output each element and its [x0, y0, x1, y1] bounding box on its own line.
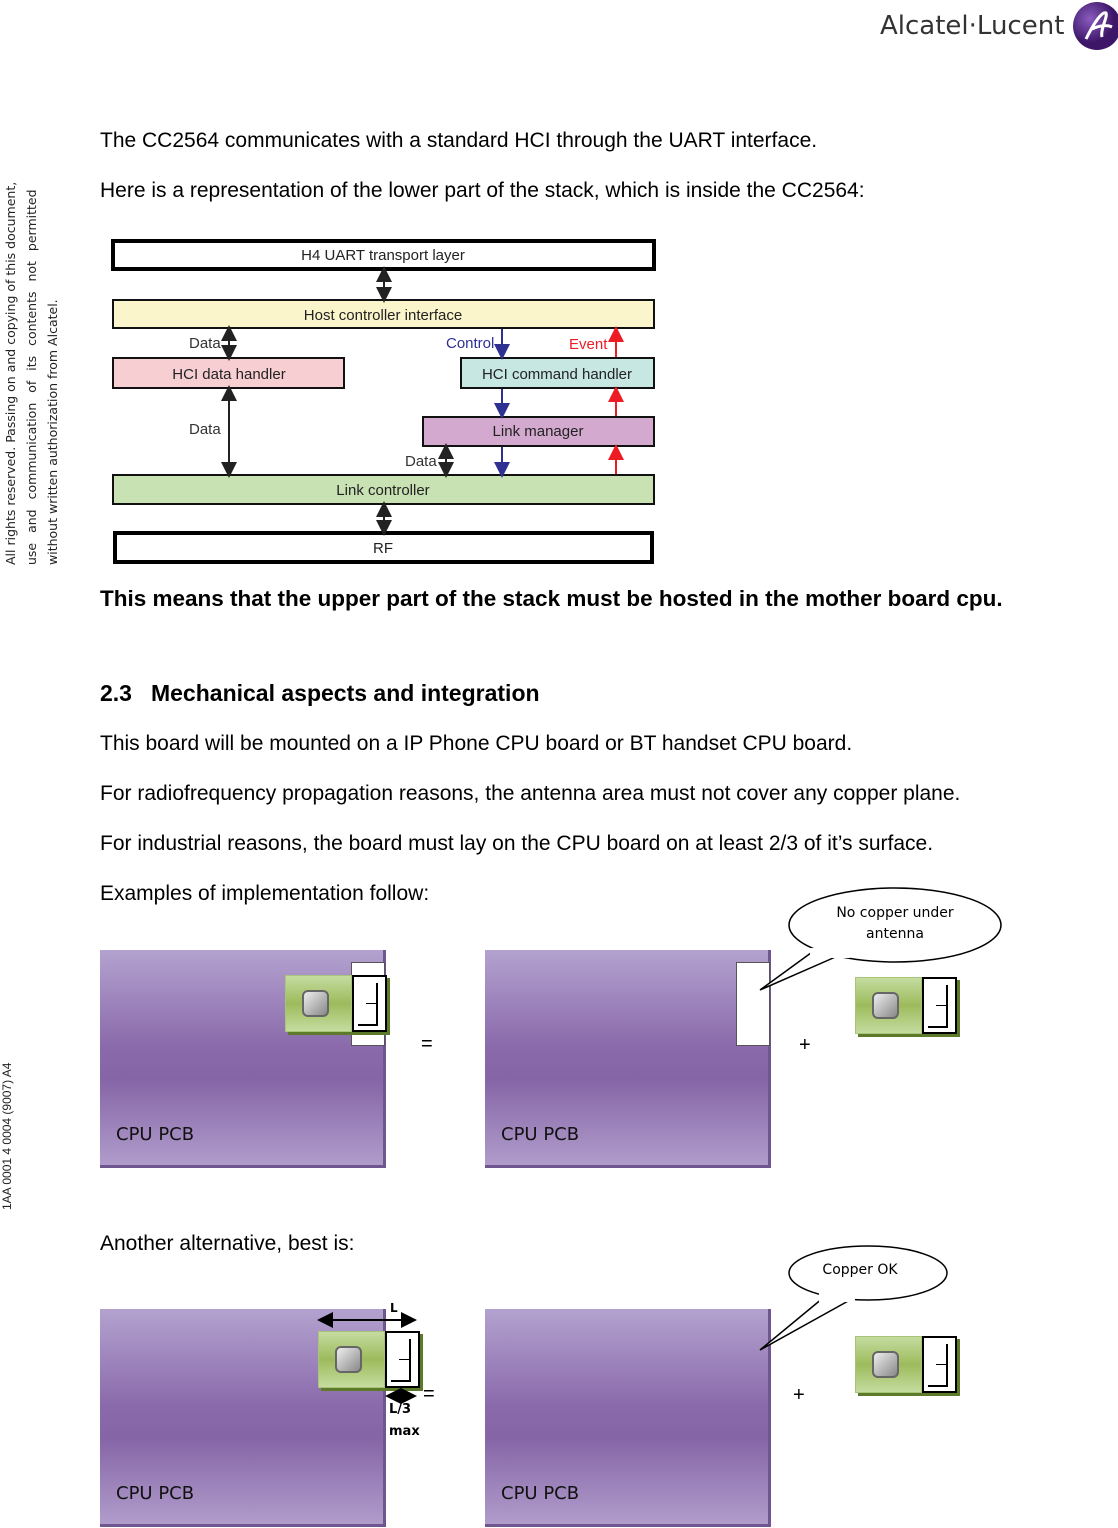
h4-uart-label: H4 UART transport layer [301, 247, 465, 264]
chip-icon [872, 1351, 899, 1378]
pcb-label: CPU PCB [501, 1124, 580, 1145]
section-number: 2.3 [100, 680, 132, 706]
callout-text: Copper OK [822, 1262, 898, 1278]
event-label: Event [569, 336, 608, 353]
data-label: Data [189, 421, 221, 438]
data-label: Data [189, 335, 221, 352]
link-controller-label: Link controller [336, 482, 429, 499]
bt-module [855, 1336, 957, 1393]
document-reference: 1AA 0001 4 0004 (9007) A4 [0, 1062, 14, 1210]
dimension-label-l: L [390, 1301, 398, 1315]
legal-line: use and communication of its contents no… [24, 189, 39, 565]
cpu-pcb: CPU PCB [485, 1309, 771, 1527]
section-heading: 2.3 Mechanical aspects and integration [100, 680, 540, 707]
paragraph: Another alternative, best is: [100, 1232, 355, 1255]
dimension-label-max: max [389, 1424, 420, 1439]
paragraph: For radiofrequency propagation reasons, … [100, 782, 961, 805]
logo-text: Alcatel·Lucent [880, 11, 1065, 41]
chip-icon [302, 990, 329, 1017]
logo-emblem-icon [1073, 2, 1118, 50]
dimension-arrows [317, 1312, 417, 1404]
paragraph: This board will be mounted on a IP Phone… [100, 732, 853, 755]
paragraph: The CC2564 communicates with a standard … [100, 129, 818, 152]
legal-line: without written authorization from Alcat… [45, 299, 60, 565]
control-label: Control [446, 335, 494, 352]
equals-sign: = [423, 1383, 435, 1405]
pcb-label: CPU PCB [116, 1124, 195, 1145]
chip-icon [872, 992, 899, 1019]
hci-command-handler-label: HCI command handler [482, 366, 632, 383]
alcatel-lucent-logo: Alcatel·Lucent [880, 2, 1118, 50]
antenna-icon [922, 1336, 957, 1393]
paragraph: Examples of implementation follow: [100, 882, 430, 905]
rf-label: RF [373, 540, 393, 557]
hci-label: Host controller interface [304, 307, 462, 324]
hci-stack-diagram: H4 UART transport layer Host controller … [111, 239, 656, 564]
emphasis-text: This means that the upper part of the st… [100, 586, 1003, 611]
equals-sign: = [421, 1033, 433, 1055]
paragraph: Here is a representation of the lower pa… [100, 179, 865, 202]
antenna-icon [922, 977, 957, 1034]
legal-line: All rights reserved. Passing on and copy… [3, 181, 18, 565]
pcb-label: CPU PCB [501, 1483, 580, 1504]
plus-sign: + [799, 1034, 811, 1056]
link-manager-label: Link manager [493, 423, 584, 440]
bt-module [855, 977, 957, 1034]
data-label: Data [405, 453, 437, 470]
hci-data-handler-label: HCI data handler [172, 366, 285, 383]
bt-module [285, 975, 387, 1032]
callout-text: No copper under antenna [836, 905, 954, 942]
pcb-label: CPU PCB [116, 1483, 195, 1504]
section-title: Mechanical aspects and integration [150, 680, 540, 706]
legal-notice: All rights reserved. Passing on and copy… [0, 182, 63, 565]
antenna-icon [352, 975, 387, 1032]
paragraph: For industrial reasons, the board must l… [100, 832, 934, 855]
plus-sign: + [793, 1384, 805, 1406]
cpu-pcb: CPU PCB [485, 950, 771, 1168]
dimension-label-l3: L/3 [389, 1402, 412, 1417]
